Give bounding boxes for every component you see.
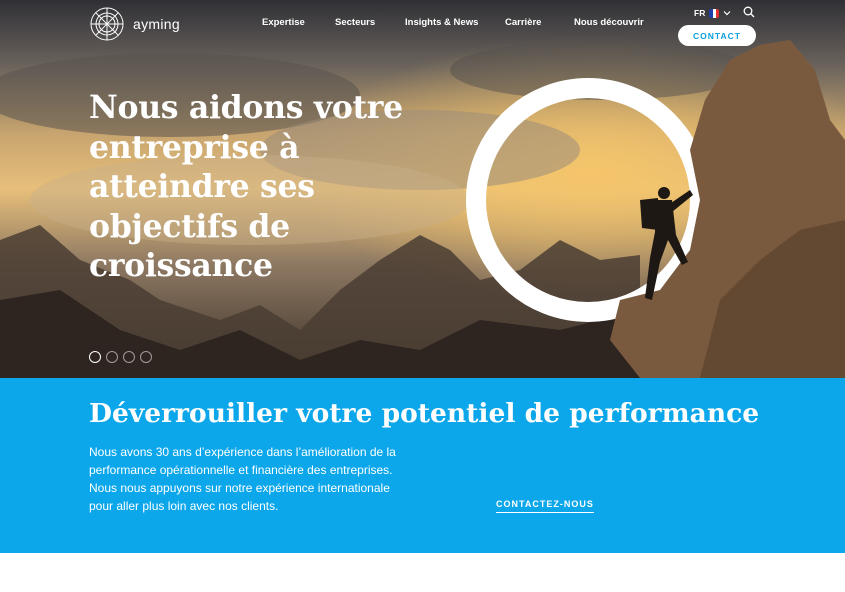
search-icon[interactable] — [743, 6, 755, 18]
language-selector[interactable]: FR — [694, 8, 731, 18]
section-wave-divider — [0, 528, 845, 551]
performance-section: Déverrouiller votre potentiel de perform… — [0, 378, 845, 553]
language-code: FR — [694, 8, 706, 18]
section-body: Nous avons 30 ans d’expérience dans l’am… — [89, 445, 396, 513]
nav-item-expertise[interactable]: Expertise — [262, 17, 305, 28]
nav-item-carriere[interactable]: Carrière — [505, 17, 541, 28]
carousel-dot-1[interactable] — [89, 351, 101, 363]
contact-button[interactable]: CONTACT — [678, 25, 756, 46]
carousel-indicators — [89, 351, 152, 363]
hero-headline: Nous aidons votre entreprise à atteindre… — [89, 89, 403, 284]
carousel-dot-2[interactable] — [106, 351, 118, 363]
chevron-down-icon — [723, 11, 731, 16]
section-title: Déverrouiller votre potentiel de perform… — [89, 398, 760, 429]
carousel-dot-3[interactable] — [123, 351, 135, 363]
contactez-nous-link[interactable]: CONTACTEZ-NOUS — [496, 499, 594, 513]
carousel-dot-4[interactable] — [140, 351, 152, 363]
nav-item-insights-news[interactable]: Insights & News — [405, 17, 478, 28]
france-flag-icon — [709, 8, 720, 18]
hero-banner: ayming Expertise Secteurs Insights & New… — [0, 0, 845, 378]
nav-item-nous-decouvrir[interactable]: Nous découvrir — [574, 17, 644, 28]
nav-item-secteurs[interactable]: Secteurs — [335, 17, 375, 28]
